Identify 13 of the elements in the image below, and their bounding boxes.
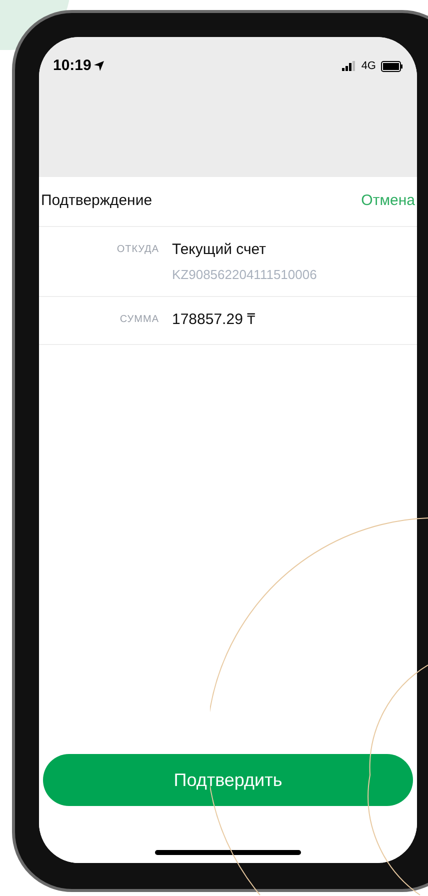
cancel-button[interactable]: Отмена [361, 190, 415, 213]
detail-value: 178857.29 ₸ [172, 310, 256, 330]
network-label: 4G [361, 59, 376, 74]
signal-icon [342, 61, 356, 72]
detail-label: СУММА [118, 313, 160, 327]
account-number: KZ908562204111510006 [172, 266, 317, 284]
status-time: 10:19 [53, 56, 92, 76]
confirm-button[interactable]: Подтвердить [43, 754, 413, 806]
battery-icon [381, 60, 403, 72]
location-arrow-icon [94, 61, 104, 72]
sheet-title: Подтверждение [41, 191, 152, 212]
detail-value: Текущий счет [172, 240, 268, 260]
detail-label: ОТКУДА [116, 243, 160, 257]
